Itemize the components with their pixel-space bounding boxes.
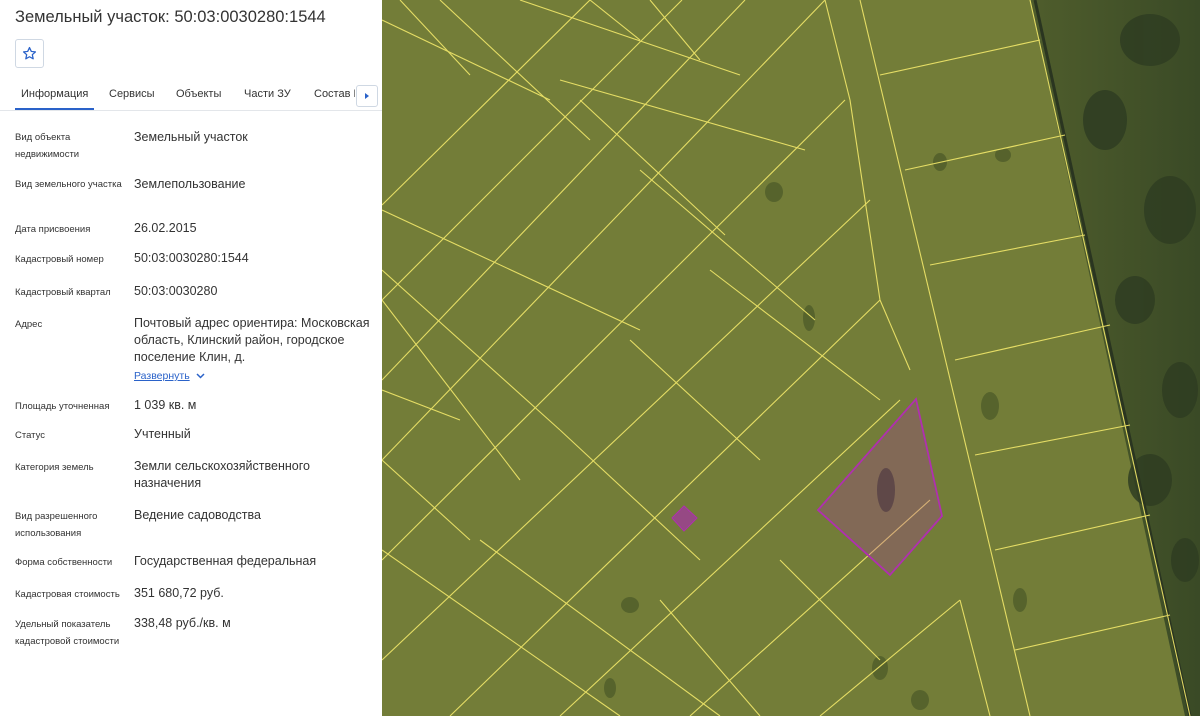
specific-value-label: Удельный показатель кадастровой стоимост… (15, 619, 120, 647)
status-label: Статус (15, 430, 46, 441)
tab-bar: Информация Сервисы Объекты Части ЗУ Сост… (0, 82, 382, 111)
favorite-button[interactable] (15, 39, 44, 68)
map-canvas (382, 0, 1200, 716)
area-label: Площадь уточненная (15, 401, 110, 412)
permitted-use-value: Ведение садоводства (134, 508, 261, 522)
status-value: Учтенный (134, 427, 191, 441)
land-category-value: Земли сельскохозяйственного назначения (134, 459, 310, 490)
address-label: Адрес (15, 319, 43, 330)
satellite-map[interactable] (382, 0, 1200, 716)
tab-scroll-right-button[interactable] (356, 85, 378, 107)
property-type-value: Земельный участок (134, 130, 248, 144)
land-type-value: Землепользование (134, 177, 246, 191)
address-value: Почтовый адрес ориентира: Московская обл… (134, 316, 370, 364)
permitted-use-label: Вид разрешенного использования (15, 511, 98, 539)
specific-value-value: 338,48 руб./кв. м (134, 616, 231, 630)
ownership-label: Форма собственности (15, 557, 113, 568)
expand-address-link[interactable]: Развернуть (134, 370, 205, 382)
tab-information[interactable]: Информация (14, 88, 95, 110)
land-category-label: Категория земель (15, 462, 94, 473)
cadastral-value-label: Кадастровая стоимость (15, 589, 120, 600)
cadastral-value-value: 351 680,72 руб. (134, 586, 224, 600)
expand-label: Развернуть (134, 370, 190, 382)
chevron-right-icon (365, 93, 369, 99)
tab-services[interactable]: Сервисы (109, 88, 155, 100)
area-value: 1 039 кв. м (134, 398, 197, 412)
tab-parts[interactable]: Части ЗУ (244, 88, 291, 100)
cadastral-quarter-value: 50:03:0030280 (134, 284, 218, 298)
page-title: Земельный участок: 50:03:0030280:1544 (15, 8, 326, 26)
land-type-label: Вид земельного участка (15, 179, 122, 190)
assigned-date-label: Дата присвоения (15, 224, 91, 235)
star-icon (22, 46, 37, 60)
info-panel: Земельный участок: 50:03:0030280:1544 Ин… (0, 0, 382, 716)
tab-objects[interactable]: Объекты (176, 88, 221, 100)
cadastral-number-label: Кадастровый номер (15, 254, 104, 265)
chevron-down-icon (196, 373, 205, 379)
cadastral-number-value: 50:03:0030280:1544 (134, 251, 249, 265)
assigned-date-value: 26.02.2015 (134, 221, 197, 235)
cadastral-quarter-label: Кадастровый квартал (15, 287, 111, 298)
ownership-value: Государственная федеральная (134, 554, 317, 568)
property-type-label: Вид объекта недвижимости (15, 132, 80, 160)
tab-composition[interactable]: Состав Е (314, 88, 355, 100)
